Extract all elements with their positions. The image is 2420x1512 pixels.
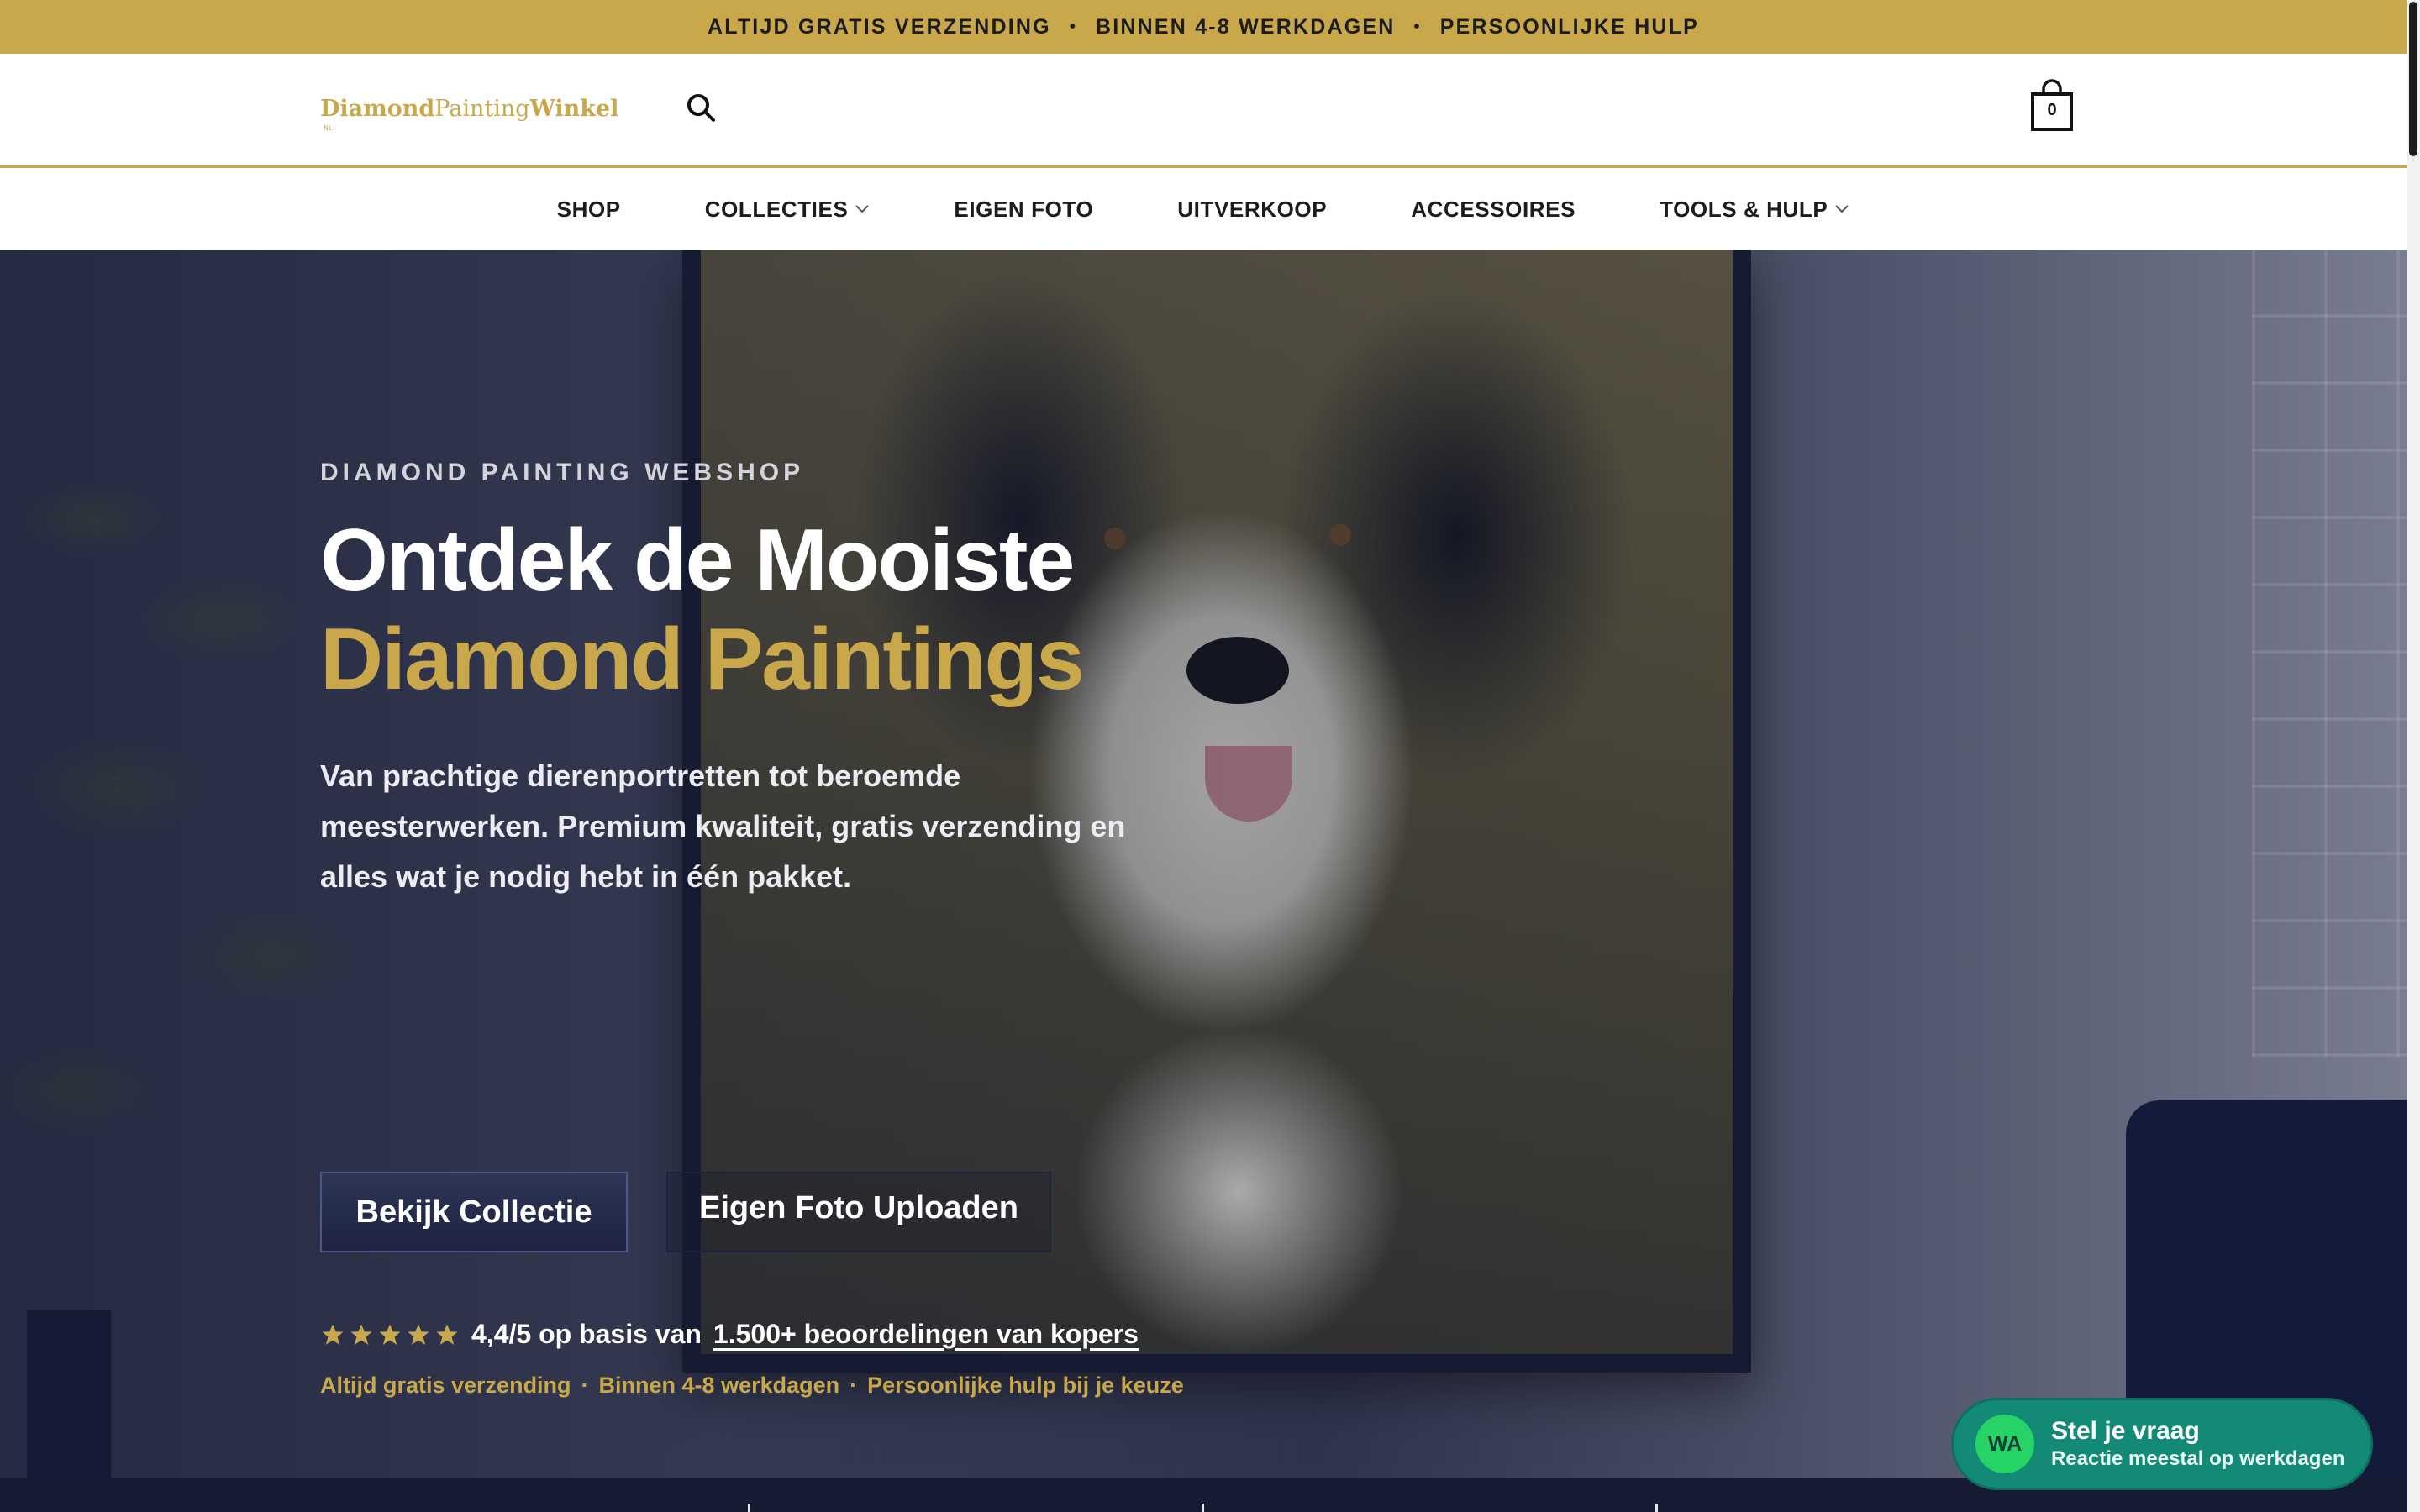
whatsapp-chat-button[interactable]: WA Stel je vraag Reactie meestal op werk… xyxy=(1951,1398,2373,1490)
nav-item-label: COLLECTIES xyxy=(704,196,849,222)
star-icon xyxy=(379,1324,401,1345)
usp-separator: · xyxy=(850,1373,858,1398)
usp-item: Binnen 4-8 werkdagen xyxy=(598,1373,840,1398)
whatsapp-title: Stel je vraag xyxy=(2051,1417,2200,1445)
main-navigation: SHOP COLLECTIES EIGEN FOTO UITVERKOOP AC… xyxy=(0,168,2407,250)
hero-eyebrow: DIAMOND PAINTING WEBSHOP xyxy=(320,459,805,486)
usp-separator: · xyxy=(581,1373,589,1398)
nav-item-shop[interactable]: SHOP xyxy=(557,197,621,223)
hero-content: DIAMOND PAINTING WEBSHOP Ontdek de Moois… xyxy=(320,459,1328,1398)
announcement-item: PERSOONLIJKE HULP xyxy=(1439,14,1700,39)
nav-item-tools-hulp[interactable]: TOOLS & HULP xyxy=(1660,197,1849,223)
nav-item-uitverkoop[interactable]: UITVERKOOP xyxy=(1177,197,1327,223)
site-header: DiamondPaintingWinkel NL 0 xyxy=(0,54,2407,168)
nav-item-eigen-foto[interactable]: EIGEN FOTO xyxy=(954,197,1093,223)
logo-part-diamond: Diamond xyxy=(320,96,435,122)
announcement-item: BINNEN 4-8 WERKDAGEN xyxy=(1096,14,1396,39)
chevron-down-icon xyxy=(855,205,870,213)
rating-score: 4,4/5 op basis van xyxy=(471,1319,702,1349)
star-icon xyxy=(322,1324,344,1345)
star-icon xyxy=(408,1324,429,1345)
announcement-bar: ALTIJD GRATIS VERZENDING • BINNEN 4-8 WE… xyxy=(0,0,2407,54)
nav-item-label: EIGEN FOTO xyxy=(954,196,1094,222)
nav-item-label: SHOP xyxy=(556,196,621,222)
view-collection-button[interactable]: Bekijk Collectie xyxy=(320,1172,628,1252)
strip-divider xyxy=(748,1504,750,1512)
logo-part-painting: Painting xyxy=(434,96,530,122)
nav-item-label: UITVERKOOP xyxy=(1177,196,1328,222)
site-logo[interactable]: DiamondPaintingWinkel NL xyxy=(320,96,619,132)
page-scrollbar[interactable] xyxy=(2407,0,2420,1512)
rating-stars xyxy=(320,1322,460,1347)
chevron-down-icon xyxy=(1835,205,1849,213)
strip-divider xyxy=(1655,1504,1658,1512)
hero-subtext: Van prachtige dierenportretten tot beroe… xyxy=(320,759,1126,894)
nav-item-accessoires[interactable]: ACCESSOIRES xyxy=(1411,197,1576,223)
nav-item-collecties[interactable]: COLLECTIES xyxy=(705,197,871,223)
nav-item-label: ACCESSOIRES xyxy=(1411,196,1576,222)
usp-row: Altijd gratis verzending · Binnen 4-8 werk… xyxy=(320,1373,1184,1399)
whatsapp-icon: WA xyxy=(1975,1415,2034,1473)
cart-count: 0 xyxy=(2047,101,2057,119)
rating-row: 4,4/5 op basis van 1.500+ beoordelingen … xyxy=(320,1319,1139,1350)
announcement-item: ALTIJD GRATIS VERZENDING xyxy=(707,14,1051,39)
announcement-separator: • xyxy=(1069,17,1078,36)
search-button[interactable] xyxy=(684,91,718,124)
upload-photo-button[interactable]: Eigen Foto Uploaden xyxy=(666,1172,1051,1252)
cart-button[interactable]: 0 xyxy=(2029,79,2075,133)
hero-section: DIAMOND PAINTING WEBSHOP Ontdek de Moois… xyxy=(0,250,2407,1478)
search-icon xyxy=(687,94,715,122)
usp-item: Altijd gratis verzending xyxy=(320,1373,571,1398)
whatsapp-subtitle: Reactie meestal op werkdagen xyxy=(2051,1447,2345,1470)
hero-buttons: Bekijk Collectie Eigen Foto Uploaden xyxy=(320,1172,1051,1252)
strip-divider xyxy=(1202,1504,1204,1512)
hero-headline-line1: Ontdek de Mooiste xyxy=(320,512,1075,609)
star-icon xyxy=(436,1324,458,1345)
announcement-separator: • xyxy=(1413,17,1422,36)
logo-part-winkel: Winkel xyxy=(529,96,619,122)
logo-tagline: NL xyxy=(324,124,333,132)
star-icon xyxy=(350,1324,372,1345)
usp-item: Persoonlijke hulp bij je keuze xyxy=(867,1373,1184,1398)
hero-headline-line2: Diamond Paintings xyxy=(320,611,1085,708)
hero-headline: Ontdek de Mooiste Diamond Paintings xyxy=(320,511,1328,709)
nav-item-label: TOOLS & HULP xyxy=(1660,196,1828,222)
reviews-link[interactable]: 1.500+ beoordelingen van kopers xyxy=(713,1319,1139,1350)
scrollbar-thumb[interactable] xyxy=(2409,2,2417,156)
whatsapp-text: Stel je vraag Reactie meestal op werkdag… xyxy=(2051,1416,2344,1472)
